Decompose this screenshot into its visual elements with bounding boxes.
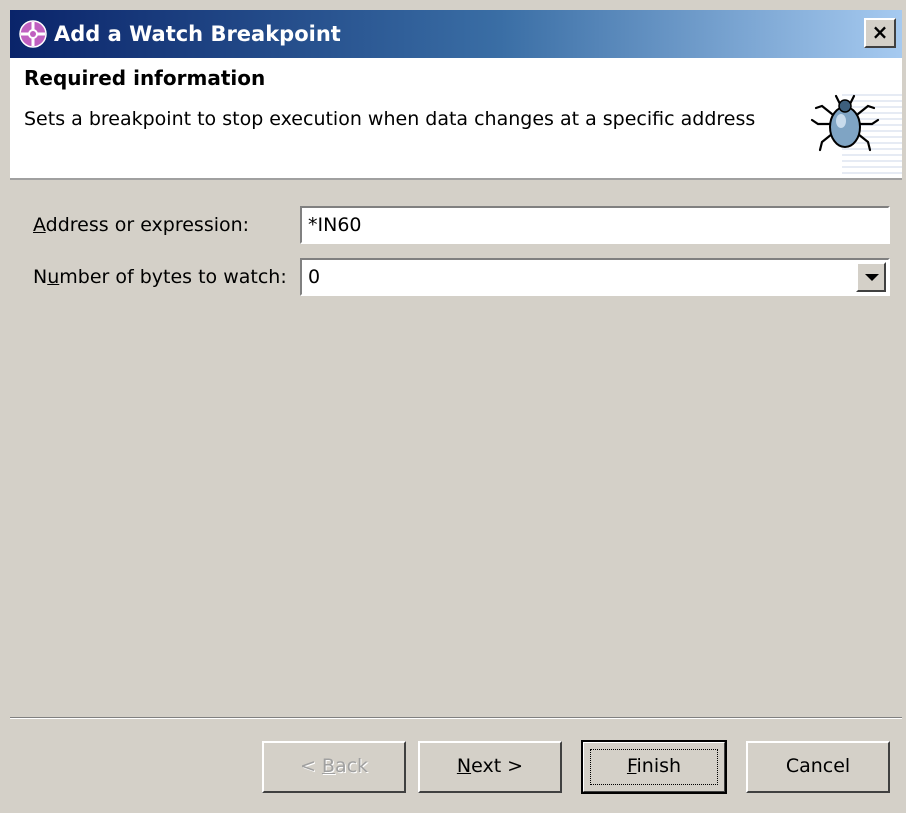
wizard-header: Required information Sets a breakpoint t… <box>10 58 902 180</box>
address-input[interactable] <box>300 206 890 244</box>
address-label: Address or expression: <box>33 214 250 236</box>
back-button[interactable]: < Back <box>262 741 406 793</box>
bug-icon <box>810 94 880 152</box>
bytes-combobox[interactable]: 0 <box>300 258 890 296</box>
watch-breakpoint-dialog: Add a Watch Breakpoint × Required inform… <box>0 0 906 813</box>
bytes-value: 0 <box>308 266 321 288</box>
title-bar: Add a Watch Breakpoint × <box>10 10 902 58</box>
window-title: Add a Watch Breakpoint <box>54 22 341 46</box>
button-separator <box>10 717 902 719</box>
close-button[interactable]: × <box>864 18 896 48</box>
chevron-down-icon[interactable] <box>856 262 886 292</box>
page-description: Sets a breakpoint to stop execution when… <box>24 108 756 130</box>
bytes-label: Number of bytes to watch: <box>33 266 287 288</box>
finish-button[interactable]: Finish <box>581 740 727 794</box>
cancel-button[interactable]: Cancel <box>746 741 890 793</box>
eclipse-app-icon <box>19 20 47 48</box>
next-button[interactable]: Next > <box>418 741 562 793</box>
close-icon: × <box>871 20 889 44</box>
page-title: Required information <box>24 66 266 90</box>
